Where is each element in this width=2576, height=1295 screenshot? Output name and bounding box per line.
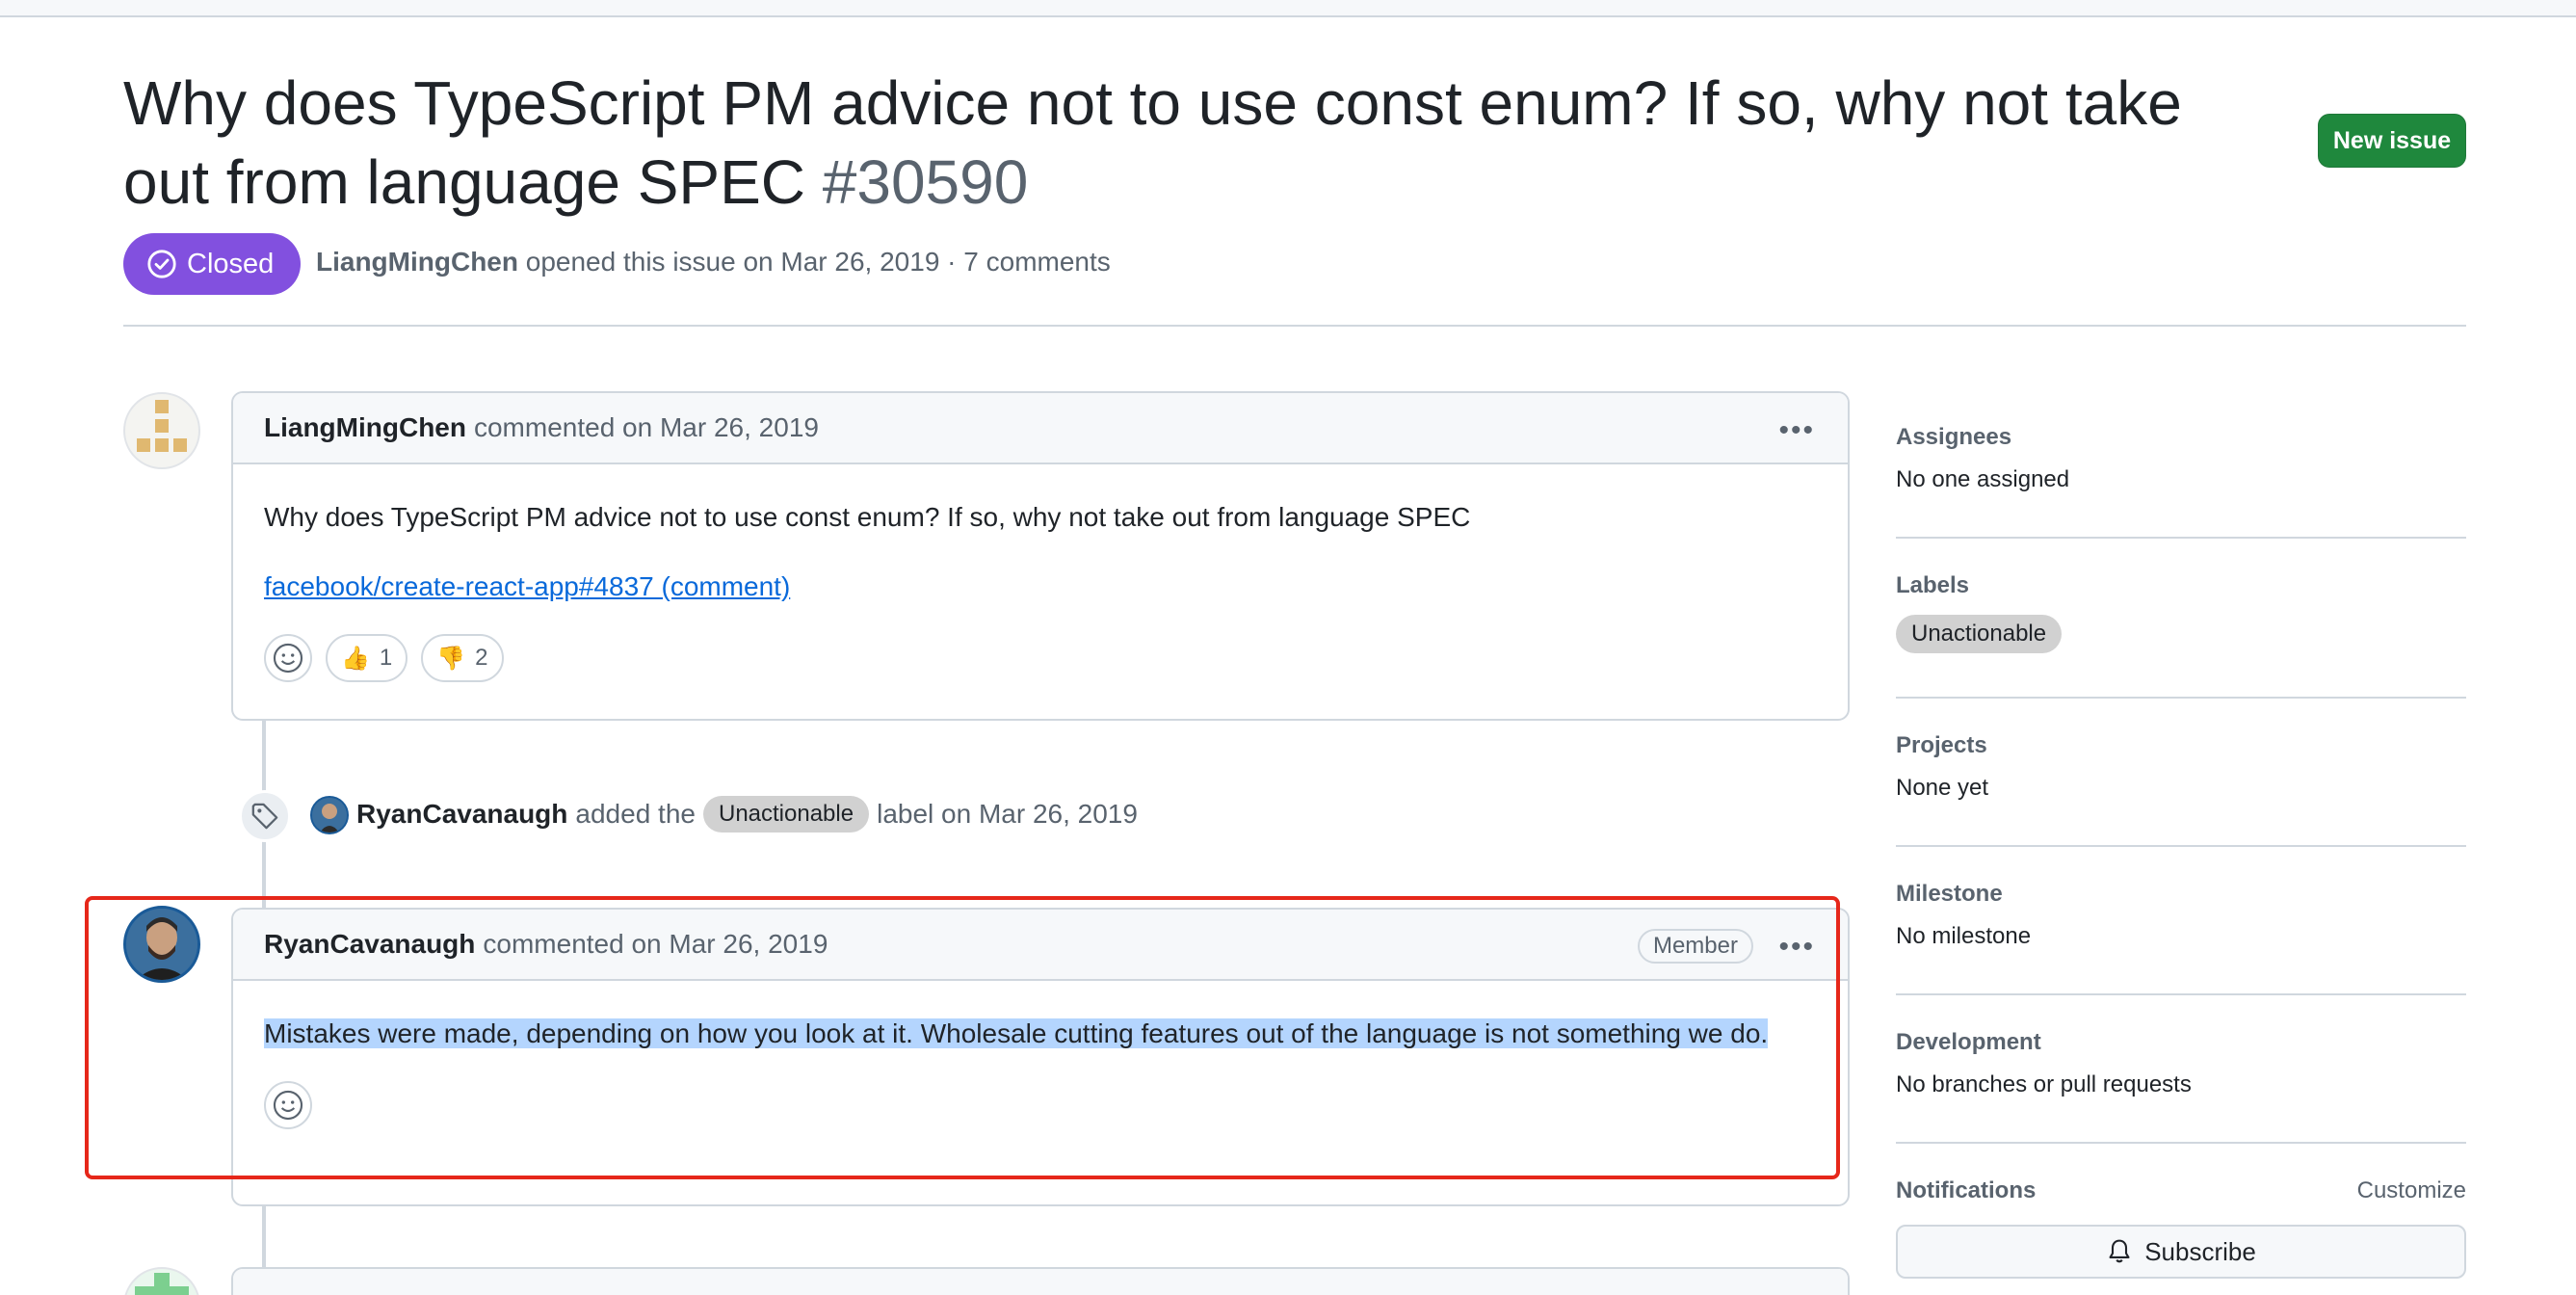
header-divider [123, 325, 2466, 327]
bell-icon [2109, 1239, 2130, 1263]
add-reaction-button[interactable] [264, 1081, 312, 1129]
comment-body-1: Why does TypeScript PM advice not to use… [233, 464, 1848, 607]
milestone-value: No milestone [1896, 923, 2032, 949]
new-issue-button[interactable]: New issue [2318, 114, 2466, 168]
comment-date-2[interactable]: commented on Mar 26, 2019 [483, 929, 828, 960]
check-circle-icon [147, 250, 176, 278]
labels-title[interactable]: Labels [1896, 572, 2466, 599]
comment-text-2: Mistakes were made, depending on how you… [264, 1018, 1769, 1048]
smiley-icon [273, 643, 303, 674]
identicon-icon [135, 1273, 189, 1295]
development-value: No branches or pull requests [1896, 1071, 2192, 1097]
comment-box-1: LiangMingChen commented on Mar 26, 2019 … [231, 391, 1850, 721]
issue-meta: LiangMingChen opened this issue on Mar 2… [316, 247, 1111, 278]
reaction-thumbs-up[interactable]: 👍 1 [326, 634, 408, 682]
avatar-photo-icon [126, 909, 197, 980]
sidebar-divider [1896, 993, 2466, 995]
sidebar-notifications: Notifications Customize [1896, 1177, 2466, 1204]
avatar-ryancavanaugh-small[interactable] [310, 796, 349, 834]
issue-number: #30590 [822, 147, 1029, 217]
avatar-photo-icon [312, 798, 347, 832]
reaction-count: 1 [379, 645, 393, 671]
event-text-after: label on Mar 26, 2019 [877, 799, 1138, 829]
comment-link-1[interactable]: facebook/create-react-app#4837 (comment) [264, 567, 790, 607]
sidebar-development: Development No branches or pull requests [1896, 1029, 2466, 1098]
comment-author-1[interactable]: LiangMingChen [264, 412, 466, 443]
comment-box-3 [231, 1267, 1850, 1295]
issue-title: Why does TypeScript PM advice not to use… [123, 64, 2223, 222]
comment-box-2: RyanCavanaugh commented on Mar 26, 2019 … [231, 908, 1850, 1206]
sidebar-milestone: Milestone No milestone [1896, 881, 2466, 950]
avatar-third-commenter[interactable] [123, 1267, 200, 1295]
member-badge: Member [1637, 929, 1753, 964]
avatar-liangmingchen[interactable] [123, 392, 200, 469]
projects-value: None yet [1896, 775, 1989, 801]
issue-state-label: Closed [187, 248, 275, 279]
smiley-icon [273, 1090, 303, 1121]
reaction-thumbs-down[interactable]: 👎 2 [421, 634, 504, 682]
sidebar-divider [1896, 1142, 2466, 1144]
assignees-title[interactable]: Assignees [1896, 424, 2466, 451]
sidebar-projects: Projects None yet [1896, 732, 2466, 802]
thumbs-up-icon: 👍 [341, 645, 370, 672]
issue-author-link[interactable]: LiangMingChen [316, 247, 518, 277]
comment-header-3 [233, 1269, 1848, 1295]
sidebar-divider [1896, 845, 2466, 847]
tag-icon [239, 790, 291, 842]
sidebar-labels: Labels Unactionable [1896, 572, 2466, 653]
identicon-icon [137, 400, 187, 452]
reaction-count: 2 [475, 645, 488, 671]
subscribe-button[interactable]: Subscribe [1896, 1225, 2466, 1279]
customize-link[interactable]: Customize [2357, 1177, 2466, 1204]
projects-title[interactable]: Projects [1896, 732, 2466, 759]
timeline-event: RyanCavanaugh added the Unactionable lab… [356, 796, 1138, 832]
reactions-2 [233, 1054, 1848, 1156]
issue-title-text: Why does TypeScript PM advice not to use… [123, 68, 2182, 217]
event-actor[interactable]: RyanCavanaugh [356, 799, 567, 830]
kebab-horizontal-icon[interactable]: ••• [1778, 931, 1815, 964]
event-text-before: added the [575, 799, 696, 829]
avatar-ryancavanaugh[interactable] [123, 906, 200, 983]
thumbs-down-icon: 👎 [436, 645, 466, 672]
development-title[interactable]: Development [1896, 1029, 2466, 1056]
sidebar-assignees: Assignees No one assigned [1896, 424, 2466, 493]
sidebar-divider [1896, 537, 2466, 539]
sidebar-divider [1896, 697, 2466, 699]
comment-header-1: LiangMingChen commented on Mar 26, 2019 … [233, 393, 1848, 464]
add-reaction-button[interactable] [264, 634, 312, 682]
top-nav-edge [0, 0, 2576, 17]
milestone-title[interactable]: Milestone [1896, 881, 2466, 908]
comment-body-2: Mistakes were made, depending on how you… [233, 981, 1848, 1054]
comment-date-1[interactable]: commented on Mar 26, 2019 [474, 412, 819, 443]
comment-text-1: Why does TypeScript PM advice not to use… [264, 502, 1471, 532]
reactions-1: 👍 1 👎 2 [233, 607, 1848, 709]
label-pill[interactable]: Unactionable [1896, 615, 2063, 653]
kebab-horizontal-icon[interactable]: ••• [1778, 414, 1815, 447]
comment-author-2[interactable]: RyanCavanaugh [264, 929, 475, 960]
comment-header-2: RyanCavanaugh commented on Mar 26, 2019 … [233, 910, 1848, 981]
assignees-value: No one assigned [1896, 466, 2070, 492]
event-label[interactable]: Unactionable [702, 796, 870, 832]
subscribe-label: Subscribe [2144, 1236, 2256, 1266]
issue-meta-text: opened this issue on Mar 26, 2019 · 7 co… [525, 247, 1111, 277]
issue-state-badge: Closed [123, 233, 302, 295]
